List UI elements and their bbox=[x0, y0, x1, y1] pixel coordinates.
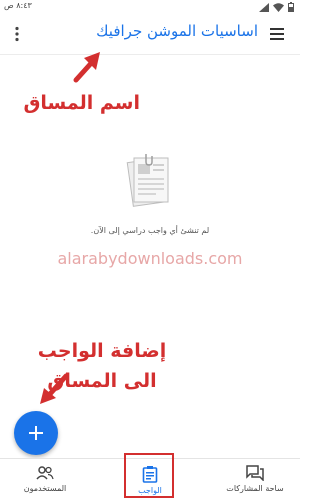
screen: ٨:٤٣ ص اساسيات الموشن جرافيك اسم المساق … bbox=[0, 0, 300, 500]
nav-label-forum: ساحة المشاركات bbox=[226, 484, 284, 493]
empty-state-message: لم تنشئ أي واجب دراسي إلى الآن. bbox=[90, 226, 210, 235]
annotation-course-name: اسم المساق bbox=[23, 92, 140, 114]
more-vert-icon[interactable] bbox=[8, 25, 26, 43]
wifi-icon bbox=[273, 2, 284, 12]
people-icon bbox=[36, 466, 54, 480]
menu-icon[interactable] bbox=[268, 25, 286, 43]
status-time: ٨:٤٣ ص bbox=[4, 1, 32, 10]
annotation-highlight-box bbox=[124, 453, 174, 498]
watermark: alarabydownloads.com bbox=[57, 249, 243, 268]
document-stack-icon bbox=[126, 154, 169, 207]
app-bar: اساسيات الموشن جرافيك bbox=[0, 14, 300, 55]
nav-label-users: المستخدمون bbox=[23, 484, 67, 493]
signal-icon bbox=[259, 2, 269, 12]
nav-item-forum[interactable]: ساحة المشاركات bbox=[210, 459, 300, 500]
nav-item-users[interactable]: المستخدمون bbox=[0, 459, 90, 500]
annotation-arrow-icon bbox=[40, 373, 69, 404]
battery-icon bbox=[288, 2, 294, 12]
add-assignment-button[interactable] bbox=[14, 411, 58, 455]
annotation-add-line1: إضافة الواجب bbox=[37, 340, 167, 362]
status-icons bbox=[259, 2, 294, 12]
annotation-arrow-icon bbox=[73, 52, 100, 83]
forum-icon bbox=[246, 465, 264, 481]
course-title: اساسيات الموشن جرافيك bbox=[96, 22, 258, 40]
status-bar: ٨:٤٣ ص bbox=[0, 0, 300, 14]
plus-icon bbox=[29, 426, 43, 440]
